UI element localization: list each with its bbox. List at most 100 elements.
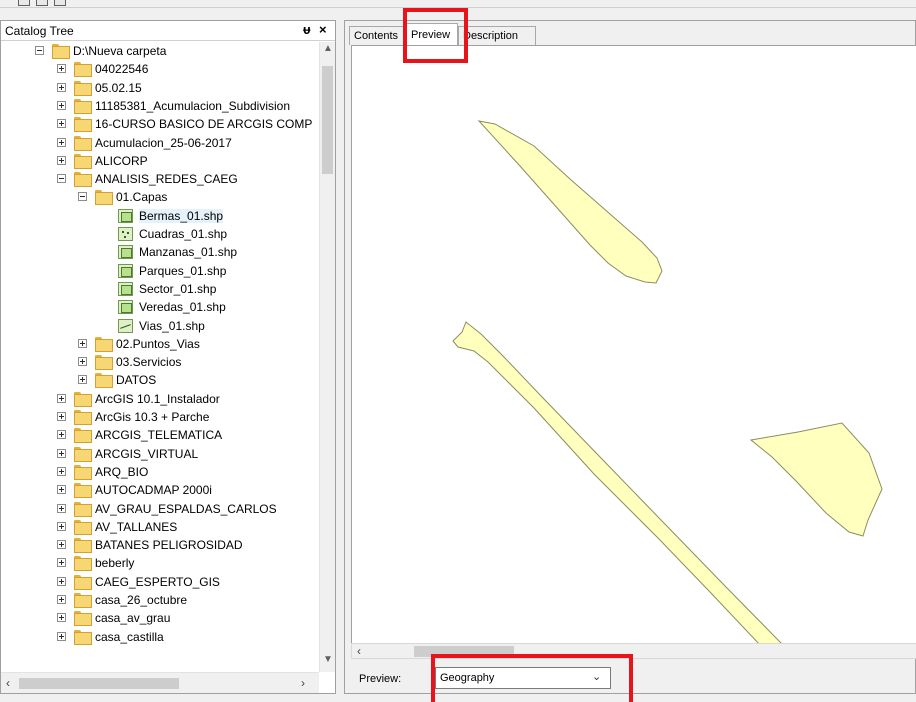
- geography-preview-map[interactable]: [351, 45, 916, 645]
- expand-icon[interactable]: [57, 119, 66, 129]
- tree-item-label: 03.Servicios: [116, 355, 182, 370]
- collapse-icon[interactable]: [78, 192, 87, 202]
- tree-item[interactable]: DATOS: [1, 371, 319, 389]
- catalog-tree-title: Catalog Tree: [5, 24, 74, 38]
- map-feature-polygon: [749, 422, 883, 537]
- pin-icon[interactable]: ᵾ: [303, 22, 311, 37]
- scroll-right-icon[interactable]: ›: [301, 676, 305, 690]
- tree-item[interactable]: Veredas_01.shp: [1, 298, 319, 316]
- tree-item[interactable]: Acumulacion_25-06-2017: [1, 134, 319, 152]
- tree-item[interactable]: ARCGIS_VIRTUAL: [1, 445, 319, 463]
- tree-item-label: CAEG_ESPERTO_GIS: [95, 574, 220, 589]
- expand-icon[interactable]: [57, 576, 66, 586]
- tree-item[interactable]: AUTOCADMAP 2000i: [1, 481, 319, 499]
- scrollbar-thumb[interactable]: [19, 678, 179, 689]
- polygon-shapefile-icon: [118, 208, 133, 223]
- folder-icon: [95, 373, 113, 389]
- tree-item-label: casa_26_octubre: [95, 593, 188, 607]
- folder-icon: [74, 593, 92, 608]
- expand-icon[interactable]: [57, 64, 66, 74]
- tree-item[interactable]: Parques_01.shp: [1, 262, 319, 280]
- preview-label: Preview:: [359, 673, 402, 685]
- expand-icon[interactable]: [57, 540, 66, 550]
- tree-item[interactable]: Cuadras_01.shp: [1, 225, 319, 243]
- line-shapefile-icon: [118, 318, 133, 333]
- tree-item[interactable]: ARCGIS_TELEMATICA: [1, 426, 319, 444]
- expand-icon[interactable]: [57, 631, 66, 641]
- expand-icon[interactable]: [57, 137, 66, 147]
- tree-item[interactable]: beberly: [1, 554, 319, 572]
- tree-item[interactable]: casa_26_octubre: [1, 591, 319, 609]
- expand-icon[interactable]: [78, 375, 87, 385]
- tree-item-label: ArcGIS 10.1_Instalador: [95, 391, 220, 406]
- toolbar-button[interactable]: [36, 0, 48, 6]
- scroll-left-icon[interactable]: ‹: [357, 644, 361, 658]
- folder-icon: [74, 428, 92, 444]
- tree-item[interactable]: BATANES PELIGROSIDAD: [1, 536, 319, 554]
- tab-contents[interactable]: Contents: [349, 26, 406, 45]
- tab-description[interactable]: Description: [458, 26, 536, 45]
- polygon-shapefile-icon: [118, 300, 133, 315]
- tree-item[interactable]: 04022546: [1, 60, 319, 78]
- tree-item[interactable]: D:\Nueva carpeta: [1, 42, 319, 60]
- tree-item[interactable]: CAEG_ESPERTO_GIS: [1, 573, 319, 591]
- tree-item[interactable]: ANALISIS_REDES_CAEG: [1, 170, 319, 188]
- expand-icon[interactable]: [57, 448, 66, 458]
- expand-icon[interactable]: [57, 412, 66, 421]
- tree-item[interactable]: ALICORP: [1, 152, 319, 170]
- collapse-icon[interactable]: [35, 46, 44, 55]
- tree-vertical-scrollbar[interactable]: ▲ ▼: [319, 42, 335, 672]
- scroll-left-icon[interactable]: ‹: [6, 676, 10, 690]
- scroll-down-icon[interactable]: ▼: [323, 654, 333, 665]
- scrollbar-thumb[interactable]: [322, 66, 333, 174]
- tree-item[interactable]: AV_GRAU_ESPALDAS_CARLOS: [1, 500, 319, 518]
- tree-item[interactable]: Manzanas_01.shp: [1, 243, 319, 261]
- expand-icon[interactable]: [57, 485, 66, 495]
- folder-icon: [74, 611, 92, 627]
- toolbar-button[interactable]: [18, 0, 30, 6]
- collapse-icon[interactable]: [57, 174, 66, 184]
- expand-icon[interactable]: [57, 595, 66, 604]
- tree-item[interactable]: Sector_01.shp: [1, 280, 319, 298]
- folder-icon: [74, 135, 92, 151]
- folder-icon: [74, 538, 92, 554]
- close-icon[interactable]: ×: [319, 22, 327, 37]
- toolbar-dropdown-button[interactable]: [54, 0, 66, 6]
- scroll-up-icon[interactable]: ▲: [323, 43, 333, 54]
- tree-item[interactable]: ARQ_BIO: [1, 463, 319, 481]
- tree-item[interactable]: 05.02.15: [1, 79, 319, 97]
- tree-item[interactable]: 16-CURSO BASICO DE ARCGIS COMP: [1, 115, 319, 133]
- tree-horizontal-scrollbar[interactable]: ‹ ›: [1, 672, 319, 693]
- tree-item-label: D:\Nueva carpeta: [73, 44, 167, 58]
- tree-item[interactable]: 03.Servicios: [1, 353, 319, 371]
- expand-icon[interactable]: [57, 466, 66, 476]
- expand-icon[interactable]: [78, 357, 87, 367]
- tree-item-label: Sector_01.shp: [139, 281, 217, 296]
- expand-icon[interactable]: [57, 613, 66, 623]
- tree-item[interactable]: 01.Capas: [1, 188, 319, 206]
- tree-item-label: 04022546: [95, 62, 149, 77]
- tree-item[interactable]: casa_av_grau: [1, 609, 319, 627]
- tree-item-label: ARCGIS_TELEMATICA: [95, 428, 223, 443]
- tree-item[interactable]: AV_TALLANES: [1, 518, 319, 536]
- tree-item[interactable]: 11185381_Acumulacion_Subdivision: [1, 97, 319, 115]
- expand-icon[interactable]: [78, 338, 87, 348]
- map-canvas[interactable]: [352, 46, 916, 645]
- expand-icon[interactable]: [57, 155, 66, 165]
- tree-item[interactable]: Bermas_01.shp: [1, 207, 319, 225]
- expand-icon[interactable]: [57, 558, 66, 568]
- expand-icon[interactable]: [57, 100, 66, 110]
- expand-icon[interactable]: [57, 521, 66, 531]
- expand-icon[interactable]: [57, 393, 66, 403]
- tree-item[interactable]: Vias_01.shp: [1, 317, 319, 335]
- tree-item[interactable]: ArcGIS 10.1_Instalador: [1, 390, 319, 408]
- expand-icon[interactable]: [57, 82, 66, 92]
- expand-icon[interactable]: [57, 430, 66, 440]
- expand-icon[interactable]: [57, 503, 66, 513]
- folder-icon: [74, 391, 92, 407]
- tree-item[interactable]: 02.Puntos_Vias: [1, 335, 319, 353]
- map-feature-polygon: [477, 120, 663, 284]
- tree-item[interactable]: ArcGis 10.3 + Parche: [1, 408, 319, 426]
- tree-item-label: Parques_01.shp: [139, 263, 227, 278]
- tree-item[interactable]: casa_castilla: [1, 628, 319, 646]
